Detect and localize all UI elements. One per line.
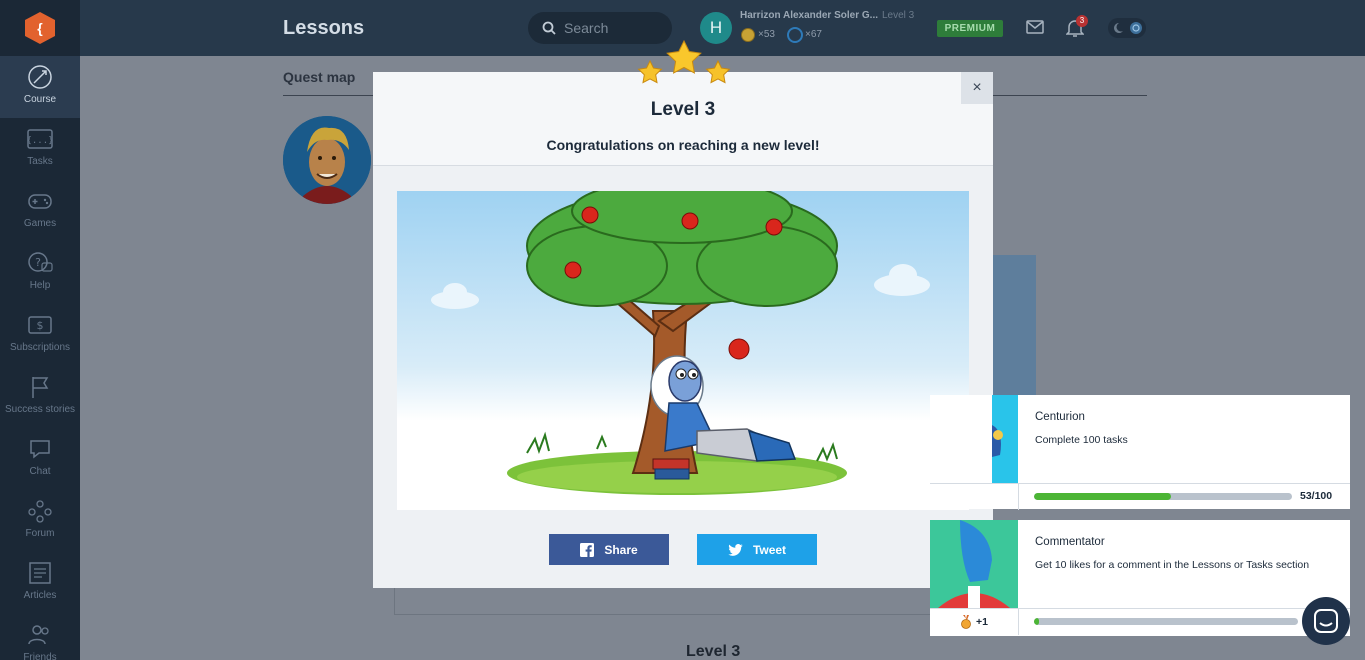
tweet-button[interactable]: Tweet	[697, 534, 817, 565]
quest-level-label: Level 3	[686, 643, 741, 660]
achievement-progress-bar	[1034, 618, 1298, 625]
sidebar-item-course[interactable]: Course	[0, 56, 80, 118]
star-icon	[637, 59, 663, 84]
sidebar-item-label: Friends	[23, 652, 57, 660]
friends-icon	[26, 622, 54, 648]
achievement-description: Get 10 likes for a comment in the Lesson…	[1035, 559, 1310, 571]
flag-icon	[26, 374, 54, 400]
coin-count: ×53	[758, 29, 775, 40]
experience-icon	[787, 27, 803, 43]
coin-icon	[741, 28, 755, 42]
sidebar-item-forum[interactable]: Forum	[0, 490, 80, 552]
logo-icon: {	[25, 12, 55, 44]
tab-quest-map[interactable]: Quest map	[283, 69, 355, 85]
sidebar-item-tasks[interactable]: {...} Tasks	[0, 118, 80, 180]
medal-icon	[961, 615, 971, 629]
level-up-modal: Level 3 Congratulations on reaching a ne…	[373, 72, 993, 588]
chat-icon	[1314, 609, 1338, 633]
achievement-progress-text: 53/100	[1300, 490, 1333, 502]
progress-fill	[1034, 493, 1171, 500]
svg-text:?: ?	[35, 256, 41, 269]
achievement-title: Centurion	[1035, 411, 1085, 423]
facebook-icon	[580, 542, 595, 557]
sidebar-item-articles[interactable]: Articles	[0, 552, 80, 614]
progress-fill	[1034, 618, 1040, 625]
forum-icon	[26, 498, 54, 524]
sidebar-item-subscriptions[interactable]: $ Subscriptions	[0, 304, 80, 366]
achievement-image	[930, 520, 1018, 608]
sidebar-item-label: Course	[23, 94, 57, 105]
sidebar-item-help[interactable]: ? Help	[0, 242, 80, 304]
achievement-reward: +1	[976, 616, 988, 628]
sidebar-item-label: Subscriptions	[9, 342, 71, 353]
background-frame	[394, 585, 934, 615]
modal-level-title: Level 3	[650, 99, 716, 120]
share-button[interactable]: Share	[549, 534, 669, 565]
achievement-toast-commentator[interactable]: Commentator Get 10 likes for a comment i…	[930, 520, 1350, 636]
star-icon	[705, 59, 731, 84]
sidebar-item-games[interactable]: Games	[0, 180, 80, 242]
sidebar-item-label: Success stories	[4, 404, 76, 415]
achievement-footer: 53/100	[930, 483, 1350, 510]
experience-count: ×67	[805, 29, 822, 40]
share-button-label: Share	[604, 542, 638, 557]
sidebar-item-success-stories[interactable]: Success stories	[0, 366, 80, 428]
level-stars	[637, 40, 731, 84]
premium-badge[interactable]: PREMIUM	[937, 20, 1003, 37]
svg-text:{...}: {...}	[26, 136, 53, 146]
modal-message: Congratulations on reaching a new level!	[546, 137, 820, 153]
logo[interactable]: {	[0, 0, 80, 56]
star-icon	[666, 40, 702, 74]
sidebar-item-label: Tasks	[27, 156, 53, 167]
sidebar-item-label: Articles	[23, 590, 57, 601]
articles-icon	[26, 560, 54, 586]
notification-badge: 3	[1076, 15, 1088, 27]
sidebar-item-friends[interactable]: Friends	[0, 614, 80, 660]
sidebar: { Course {...} Tasks Games ? Help $ Subs…	[0, 0, 80, 660]
chat-launcher-button[interactable]	[1302, 597, 1350, 645]
twitter-icon	[728, 543, 743, 556]
page-title: Lessons	[283, 17, 365, 39]
achievement-footer: +1	[930, 608, 1350, 635]
sidebar-item-label: Games	[23, 218, 57, 229]
footer-divider	[1018, 484, 1019, 510]
dollar-icon: $	[26, 312, 54, 338]
tweet-button-label: Tweet	[752, 542, 787, 557]
achievement-toast-centurion[interactable]: Centurion Complete 100 tasks 53/100	[930, 395, 1350, 510]
theme-toggle[interactable]	[1107, 17, 1147, 39]
help-icon: ?	[26, 250, 54, 276]
footer-divider	[1018, 609, 1019, 635]
achievement-description: Complete 100 tasks	[1035, 434, 1128, 446]
rocket-icon	[26, 64, 54, 90]
gamepad-icon	[26, 188, 54, 214]
code-icon: {...}	[26, 126, 54, 152]
mail-icon[interactable]	[1026, 19, 1044, 35]
mentor-avatar	[283, 116, 371, 204]
user-name[interactable]: Harrizon Alexander Soler G...	[740, 10, 878, 21]
search-icon	[542, 21, 556, 35]
achievement-title: Commentator	[1035, 536, 1105, 548]
chat-icon	[26, 436, 54, 462]
sidebar-item-label: Chat	[29, 466, 51, 477]
close-button[interactable]: ×	[961, 72, 993, 104]
svg-text:$: $	[37, 319, 44, 332]
achievement-progress-bar	[1034, 493, 1292, 500]
sidebar-item-chat[interactable]: Chat	[0, 428, 80, 490]
achievement-image	[930, 395, 1018, 483]
sidebar-item-label: Help	[29, 280, 51, 291]
user-level: Level 3	[882, 10, 915, 21]
sidebar-item-label: Forum	[25, 528, 55, 539]
level-illustration	[397, 191, 969, 510]
